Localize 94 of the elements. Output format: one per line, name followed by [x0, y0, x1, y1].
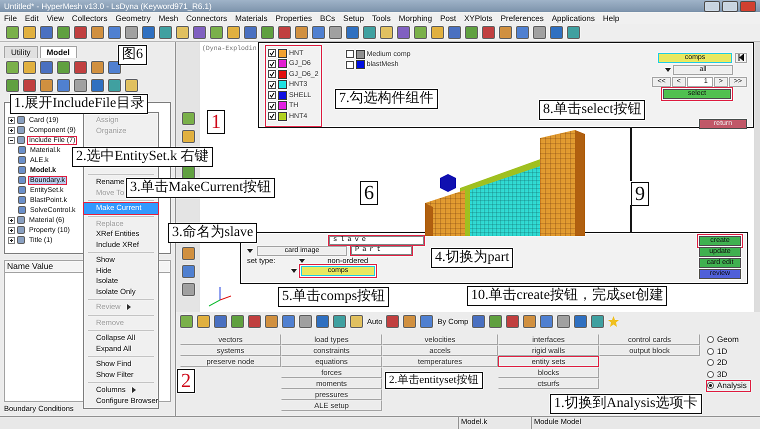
checkbox[interactable]: [268, 60, 276, 68]
expand-icon[interactable]: [8, 126, 15, 134]
toolbar-icon[interactable]: [591, 314, 604, 328]
menu-item[interactable]: Preferences: [500, 14, 544, 22]
toolbar-icon[interactable]: [248, 314, 261, 328]
toolbar-icon[interactable]: [197, 314, 210, 328]
menu-item[interactable]: Tools: [372, 14, 391, 22]
checkbox[interactable]: [268, 102, 276, 110]
toolbar-icon[interactable]: [386, 314, 400, 328]
expand-icon[interactable]: [8, 216, 15, 224]
checkbox[interactable]: [268, 49, 276, 58]
annotation-label: 4.切换为part: [431, 248, 514, 268]
annotation-label: 3.单击MakeCurrent按钮: [126, 178, 276, 198]
toolbar-icon[interactable]: [574, 314, 588, 328]
step-number: 1: [207, 110, 225, 134]
annotation-label: 1.切换到Analysis选项卡: [550, 394, 702, 414]
page-radio[interactable]: 1D: [706, 346, 751, 357]
annotation-label: 3.命名为slave: [168, 223, 258, 243]
annotation-label: 2.单击entityset按钮: [385, 372, 483, 389]
checkbox[interactable]: [268, 80, 276, 89]
annotation-label: 5.单击comps按钮: [278, 287, 390, 307]
menu-item[interactable]: View: [46, 14, 64, 22]
annotation-label: 1.展开IncludeFile目录: [10, 94, 148, 114]
annotation-label: 8.单击select按钮: [539, 100, 646, 120]
toolbar-icon[interactable]: [506, 314, 520, 328]
browser-tab[interactable]: Model: [40, 46, 77, 58]
expand-icon[interactable]: [8, 236, 15, 244]
annotation-label: 2.选中EntitySet.k 右键: [72, 147, 213, 167]
toolbar-icon[interactable]: [523, 314, 536, 328]
menu-item[interactable]: Setup: [343, 14, 364, 22]
toolbar-icon[interactable]: [472, 314, 486, 328]
annotation-label: 10.单击create按钮，完成set创建: [467, 286, 668, 306]
menu-item[interactable]: File: [4, 14, 17, 22]
menu-item[interactable]: Applications: [552, 14, 595, 22]
expand-icon[interactable]: [8, 116, 15, 124]
menu-item[interactable]: Geometry: [115, 14, 151, 22]
submenu-arrow-icon: [126, 304, 131, 310]
menu-item[interactable]: BCs: [320, 14, 336, 22]
toolbar-icon[interactable]: [420, 314, 434, 328]
toolbar-icon[interactable]: [231, 314, 244, 328]
toolbar-icon[interactable]: [180, 314, 193, 328]
menu-item[interactable]: Mesh: [158, 14, 178, 22]
checkbox[interactable]: [268, 112, 276, 120]
toolbar-icon[interactable]: [214, 314, 227, 328]
toolbar-icon[interactable]: [557, 314, 570, 328]
page-radio[interactable]: Geom: [706, 334, 751, 346]
menu-item[interactable]: Post: [440, 14, 456, 22]
toolbar-icon[interactable]: [431, 26, 444, 39]
menu-item[interactable]: XYPlots: [464, 14, 493, 22]
page-radio[interactable]: 3D: [706, 368, 751, 380]
step-number: 6: [360, 181, 378, 205]
toolbar-icon[interactable]: [350, 314, 363, 328]
minimize-icon[interactable]: [704, 0, 720, 12]
toolbar-icon[interactable]: [282, 314, 295, 328]
toolbar-icon[interactable]: [316, 314, 329, 328]
toolbar-icon[interactable]: [403, 314, 416, 328]
checkbox[interactable]: [268, 70, 276, 78]
page-radio[interactable]: 2D: [706, 357, 751, 368]
annotation-label: 图6: [118, 45, 147, 65]
menu-item[interactable]: Collectors: [72, 14, 108, 22]
page-radio[interactable]: Analysis: [706, 380, 751, 392]
toolbar-icon[interactable]: [489, 314, 502, 328]
dropdown-caret-icon[interactable]: [247, 248, 253, 252]
annotation-label: 7.勾选构件组件: [335, 89, 438, 109]
expand-icon[interactable]: [8, 226, 15, 234]
checkbox[interactable]: [346, 60, 354, 69]
step-number: 9: [631, 182, 649, 206]
toolbar-icon[interactable]: [23, 26, 36, 39]
close-icon[interactable]: [740, 0, 756, 12]
window-title: Untitled* - HyperMesh v13.0 - LsDyna (Keyword971_R6.1): [4, 2, 212, 10]
menu-item[interactable]: Edit: [24, 14, 39, 22]
toolbar-icon[interactable]: [540, 314, 554, 328]
reset-icon[interactable]: [735, 53, 747, 63]
browser-tool-icon[interactable]: [108, 61, 121, 74]
checkbox[interactable]: [268, 91, 276, 100]
toolbar-icon[interactable]: [333, 314, 346, 328]
toolbar-icon[interactable]: [265, 314, 278, 328]
menu-item[interactable]: Help: [602, 14, 620, 22]
axis-triad-icon: [208, 286, 232, 308]
toolbar-icon[interactable]: [299, 314, 312, 328]
browser-tab[interactable]: Utility: [4, 46, 38, 58]
submenu-arrow-icon: [132, 387, 136, 394]
checkbox[interactable]: [346, 50, 354, 58]
menu-item[interactable]: Materials: [235, 14, 268, 22]
step-number: 2: [177, 369, 195, 393]
star-icon[interactable]: [608, 316, 620, 326]
menu-item[interactable]: Properties: [276, 14, 312, 22]
toolbar-icon[interactable]: [227, 26, 240, 39]
menu-item[interactable]: Connectors: [186, 14, 228, 22]
toolbar-icon[interactable]: [176, 26, 189, 39]
maximize-icon[interactable]: [722, 0, 738, 12]
toolbar-icon[interactable]: [380, 26, 393, 39]
collapse-icon[interactable]: [8, 136, 15, 144]
menu-item[interactable]: Morphing: [398, 14, 432, 22]
